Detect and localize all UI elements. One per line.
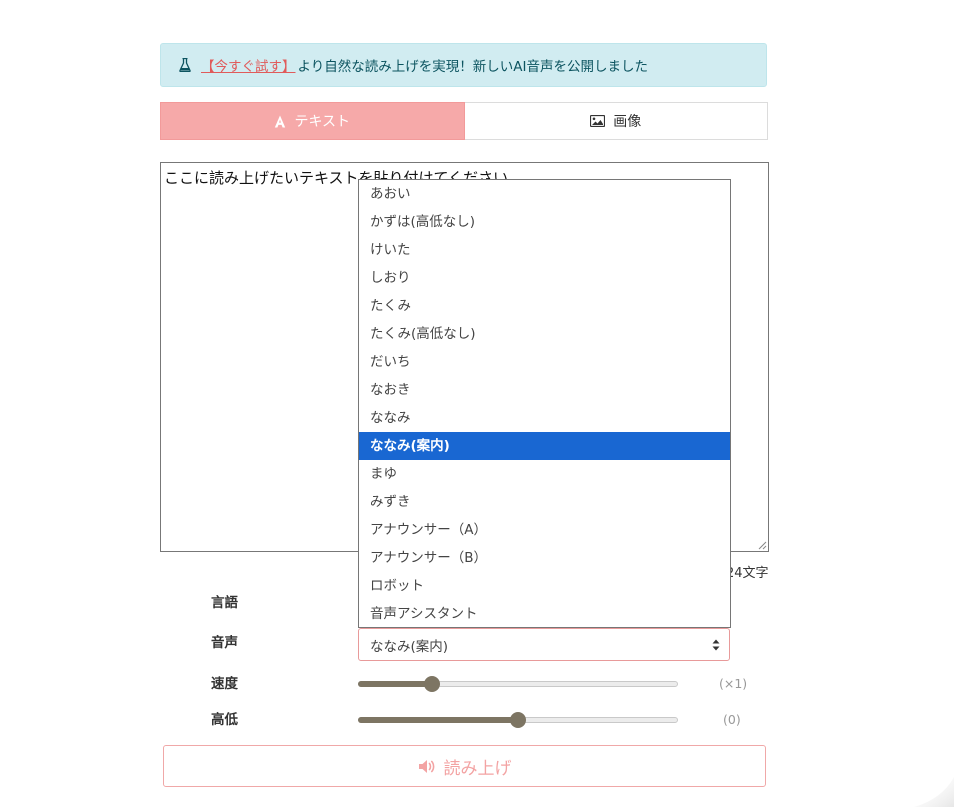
speed-slider-fill xyxy=(358,681,432,687)
voice-option[interactable]: だいち xyxy=(359,348,730,376)
tab-text[interactable]: テキスト xyxy=(160,102,465,140)
voice-option[interactable]: たくみ xyxy=(359,292,730,320)
voice-option[interactable]: まゆ xyxy=(359,460,730,488)
voice-option[interactable]: 音声アシスタント xyxy=(359,600,730,627)
try-now-link[interactable]: 【今すぐ試す】 xyxy=(201,55,296,75)
input-mode-tabs: テキスト 画像 xyxy=(160,102,768,140)
voice-option[interactable]: あおい xyxy=(359,180,730,208)
image-icon xyxy=(590,115,606,127)
voice-option[interactable]: しおり xyxy=(359,264,730,292)
pitch-label: 高低 xyxy=(211,712,238,728)
pitch-value: (0) xyxy=(723,712,741,727)
read-aloud-label: 読み上げ xyxy=(443,758,512,779)
language-label: 言語 xyxy=(211,595,238,611)
char-count: 24文字 xyxy=(726,566,769,581)
read-aloud-button[interactable]: 読み上げ xyxy=(163,745,766,787)
voice-option[interactable]: ロボット xyxy=(359,572,730,600)
voice-option[interactable]: けいた xyxy=(359,236,730,264)
pitch-slider-thumb[interactable] xyxy=(510,712,526,728)
voice-option[interactable]: みずき xyxy=(359,488,730,516)
speaker-icon xyxy=(418,759,434,773)
voice-dropdown-list: あおい かずは(高低なし) けいた しおり たくみ たくみ(高低なし) だいち なおき ななみな… xyxy=(358,179,731,628)
announcement-message: より自然な読み上げを実現！新しいAI音声を公開しました xyxy=(297,59,648,75)
voice-select[interactable]: ななみ(案内) xyxy=(358,628,730,661)
flask-icon xyxy=(179,58,191,72)
voice-select-value: ななみ(案内) xyxy=(370,638,449,655)
speed-value: (×1) xyxy=(719,676,748,691)
font-icon xyxy=(275,115,286,127)
voice-option[interactable]: アナウンサー（A） xyxy=(359,516,730,544)
voice-option[interactable]: ななみ xyxy=(359,404,730,432)
pitch-slider[interactable] xyxy=(358,712,678,728)
tab-image-label: 画像 xyxy=(613,114,642,130)
announcement-banner: 【今すぐ試す】 より自然な読み上げを実現！新しいAI音声を公開しました xyxy=(160,43,767,87)
speed-slider[interactable] xyxy=(358,676,678,692)
voice-option[interactable]: かずは(高低なし) xyxy=(359,208,730,236)
select-arrows-icon xyxy=(712,639,720,651)
voice-option[interactable]: ななみ(案内) xyxy=(359,432,730,460)
speed-label: 速度 xyxy=(211,676,238,692)
voice-option[interactable]: なおき xyxy=(359,376,730,404)
voice-option[interactable]: アナウンサー（B） xyxy=(359,544,730,572)
voice-option[interactable]: たくみ(高低なし) xyxy=(359,320,730,348)
tab-text-label: テキスト xyxy=(294,114,351,130)
voice-label: 音声 xyxy=(211,635,238,651)
resize-handle-icon[interactable] xyxy=(758,541,767,550)
speed-slider-thumb[interactable] xyxy=(423,676,440,692)
tab-image[interactable]: 画像 xyxy=(464,103,767,139)
pitch-slider-fill xyxy=(358,717,518,723)
page-corner-shadow xyxy=(914,777,954,807)
